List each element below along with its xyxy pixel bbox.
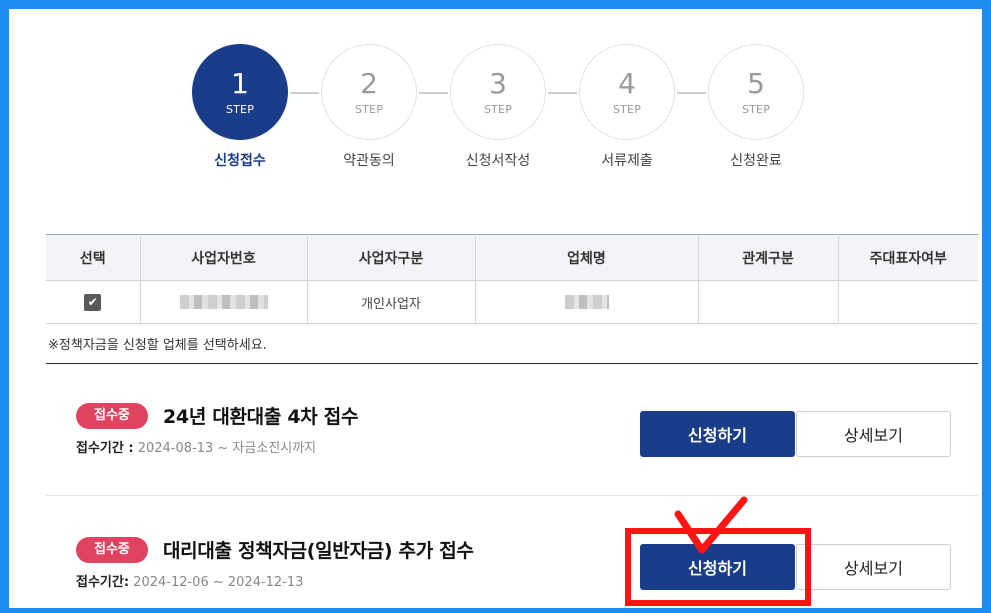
cell-company-name [475, 280, 699, 324]
step-5: 5 STEP 신청완료 [706, 44, 806, 170]
step-label: 신청완료 [730, 153, 782, 169]
cell-business-number [140, 280, 308, 324]
period-label: 접수기간: [76, 575, 130, 590]
step-sub-label: STEP [612, 102, 642, 116]
company-table: 선택 사업자번호 사업자구분 업체명 관계구분 주대표자여부 ✔ 개인사업자 [46, 234, 978, 324]
step-label: 신청서작성 [465, 153, 531, 169]
step-connector [548, 92, 577, 94]
step-sub-label: STEP [354, 102, 384, 116]
step-number: 2 [360, 66, 378, 100]
period-label: 접수기간 : [76, 441, 134, 456]
cell-select: ✔ [46, 280, 141, 324]
detail-button[interactable]: 상세보기 [796, 544, 951, 590]
cell-relation [698, 280, 839, 324]
step-sub-label: STEP [741, 102, 771, 116]
step-connector [419, 92, 448, 94]
col-header-company-name: 업체명 [475, 234, 699, 281]
step-1: 1 STEP 신청접수 [190, 44, 290, 170]
step-circle: 5 STEP [708, 44, 804, 140]
cell-business-type: 개인사업자 [307, 280, 476, 324]
status-badge: 접수중 [76, 536, 148, 563]
table-header-row: 선택 사업자번호 사업자구분 업체명 관계구분 주대표자여부 [46, 234, 978, 281]
apply-button[interactable]: 신청하기 [640, 411, 795, 457]
col-header-business-number: 사업자번호 [140, 234, 308, 281]
step-sub-label: STEP [483, 102, 513, 116]
step-circle: 2 STEP [321, 44, 417, 140]
step-sub-label: STEP [225, 102, 255, 116]
period-value: 2024-12-06 ~ 2024-12-13 [129, 575, 304, 590]
check-mark-icon [674, 496, 748, 554]
period-value: 2024-08-13 ~ 자금소진시까지 [133, 441, 317, 456]
col-header-select: 선택 [46, 234, 141, 281]
detail-button[interactable]: 상세보기 [796, 411, 951, 457]
step-connector [290, 92, 319, 94]
step-label: 약관동의 [343, 153, 395, 169]
status-badge: 접수중 [76, 402, 148, 429]
step-2: 2 STEP 약관동의 [319, 44, 419, 170]
step-label: 신청접수 [214, 153, 266, 169]
redacted-company-name [564, 295, 609, 309]
select-checkbox[interactable]: ✔ [84, 293, 102, 311]
step-number: 5 [747, 66, 765, 100]
step-number: 3 [489, 66, 507, 100]
redacted-business-number [179, 295, 268, 309]
program-title: 24년 대환대출 4차 접수 [162, 406, 359, 428]
col-header-business-type: 사업자구분 [307, 234, 476, 281]
step-label: 서류제출 [601, 153, 653, 169]
col-header-main-representative: 주대표자여부 [838, 234, 978, 281]
step-circle: 1 STEP [192, 44, 288, 140]
step-4: 4 STEP 서류제출 [577, 44, 677, 170]
program-title: 대리대출 정책자금(일반자금) 추가 접수 [162, 540, 474, 562]
progress-stepper: 1 STEP 신청접수 2 STEP 약관동의 3 STEP 신청서작성 4 S… [190, 44, 806, 170]
step-number: 4 [618, 66, 636, 100]
selection-note: ※정책자금을 신청할 업체를 선택하세요. [48, 338, 267, 353]
col-header-relation: 관계구분 [698, 234, 839, 281]
step-number: 1 [231, 66, 249, 100]
cell-main-representative [838, 280, 978, 324]
divider [46, 495, 978, 496]
step-connector [677, 92, 706, 94]
step-3: 3 STEP 신청서작성 [448, 44, 548, 170]
step-circle: 4 STEP [579, 44, 675, 140]
divider [46, 363, 978, 364]
step-circle: 3 STEP [450, 44, 546, 140]
table-row: ✔ 개인사업자 [46, 280, 978, 324]
